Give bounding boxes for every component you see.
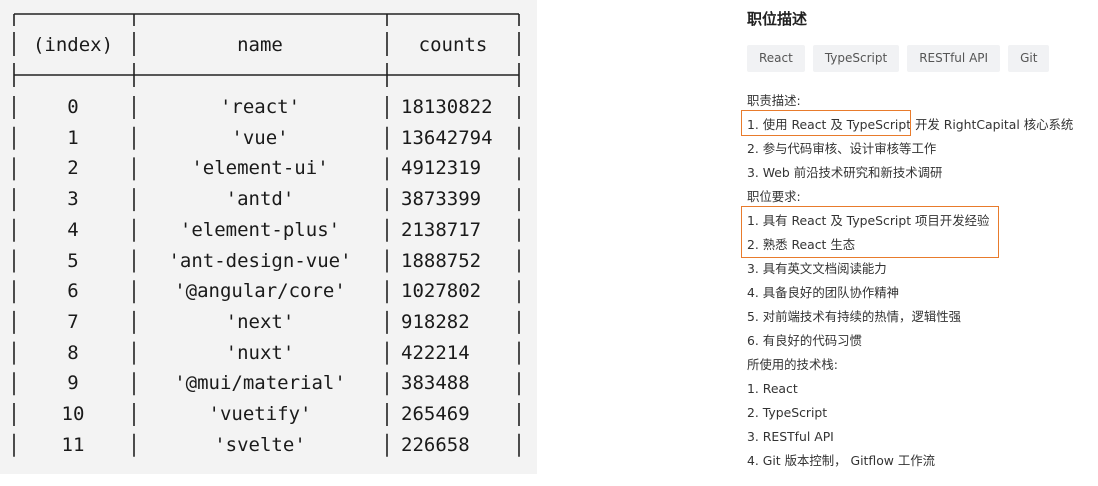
stack-item-1: 1. React: [747, 381, 798, 396]
cell-name: 'vue': [231, 126, 289, 149]
console-table: (index) name counts 0 'react' 18130822 1 'vu…: [0, 0, 537, 474]
cell-index: 1: [67, 126, 79, 149]
cell-index: 10: [61, 403, 85, 425]
cell-counts: 4912319: [401, 157, 482, 180]
tag-typescript: TypeScript: [812, 45, 900, 72]
cell-counts: 265469: [401, 403, 470, 425]
tag-react: React: [747, 45, 805, 72]
section-requirements-heading: 职位要求:: [747, 189, 801, 204]
cell-name: 'vuetify': [208, 403, 312, 425]
requirement-item-1: 1. 具有 React 及 TypeScript 项目开发经验: [747, 213, 990, 228]
cell-counts: 1888752: [401, 249, 482, 272]
requirement-item-4: 4. 具备良好的团队协作精神: [747, 285, 900, 300]
stack-item-2: 2. TypeScript: [747, 405, 828, 420]
header-name: name: [237, 34, 283, 56]
cell-name: 'nuxt': [225, 341, 295, 364]
cell-counts: 13642794: [401, 126, 493, 149]
cell-index: 8: [67, 341, 79, 364]
cell-name: 'react': [219, 96, 301, 118]
duty-item-1: 1. 使用 React 及 TypeScript 开发 RightCapital…: [747, 117, 1074, 132]
cell-counts: 1027802: [401, 280, 482, 303]
cell-index: 0: [67, 96, 79, 118]
cell-name: '@mui/material': [174, 372, 346, 395]
section-stack-heading: 所使用的技术栈:: [747, 357, 838, 372]
cell-counts: 226658: [401, 433, 470, 456]
cell-counts: 918282: [401, 310, 470, 333]
requirement-item-6: 6. 有良好的代码习惯: [747, 333, 862, 348]
cell-index: 7: [67, 310, 79, 333]
cell-index: 4: [67, 218, 79, 241]
cell-counts: 383488: [401, 372, 470, 395]
requirement-item-3: 3. 具有英文文档阅读能力: [747, 261, 887, 276]
duty-item-2: 2. 参与代码审核、设计审核等工作: [747, 141, 937, 156]
cell-name: 'svelte': [214, 433, 306, 456]
job-title: 职位描述: [747, 10, 808, 28]
cell-counts: 18130822: [401, 96, 493, 118]
cell-index: 6: [67, 280, 79, 303]
tag-git: Git: [1008, 45, 1050, 72]
stack-item-4: 4. Git 版本控制， Gitflow 工作流: [747, 453, 936, 468]
stack-item-3: 3. RESTful API: [747, 429, 834, 444]
cell-name: 'ant-design-vue': [168, 249, 352, 272]
cell-name: 'element-plus': [179, 218, 341, 241]
cell-index: 3: [67, 188, 79, 211]
cell-name: 'antd': [225, 188, 295, 211]
cell-index: 2: [67, 157, 79, 180]
cell-index: 11: [61, 433, 85, 456]
header-index: (index): [32, 34, 114, 56]
tag-list: React TypeScript RESTful API Git: [747, 45, 1050, 72]
section-duties-heading: 职责描述:: [747, 93, 801, 108]
job-description: 职位描述 React TypeScript RESTful API Git 职责…: [741, 0, 1098, 486]
cell-name: '@angular/core': [174, 280, 346, 303]
tag-restful-api: RESTful API: [907, 45, 1001, 72]
requirement-item-2: 2. 熟悉 React 生态: [747, 237, 856, 252]
cell-counts: 2138717: [401, 218, 482, 241]
cell-name: 'next': [225, 310, 295, 333]
cell-name: 'element-ui': [191, 157, 329, 180]
cell-index: 5: [67, 249, 79, 272]
header-counts: counts: [418, 34, 488, 56]
requirement-item-5: 5. 对前端技术有持续的热情，逻辑性强: [747, 309, 962, 324]
cell-counts: 3873399: [401, 188, 482, 211]
duty-item-3: 3. Web 前沿技术研究和新技术调研: [747, 165, 943, 180]
cell-counts: 422214: [401, 341, 470, 364]
cell-index: 9: [67, 372, 79, 395]
